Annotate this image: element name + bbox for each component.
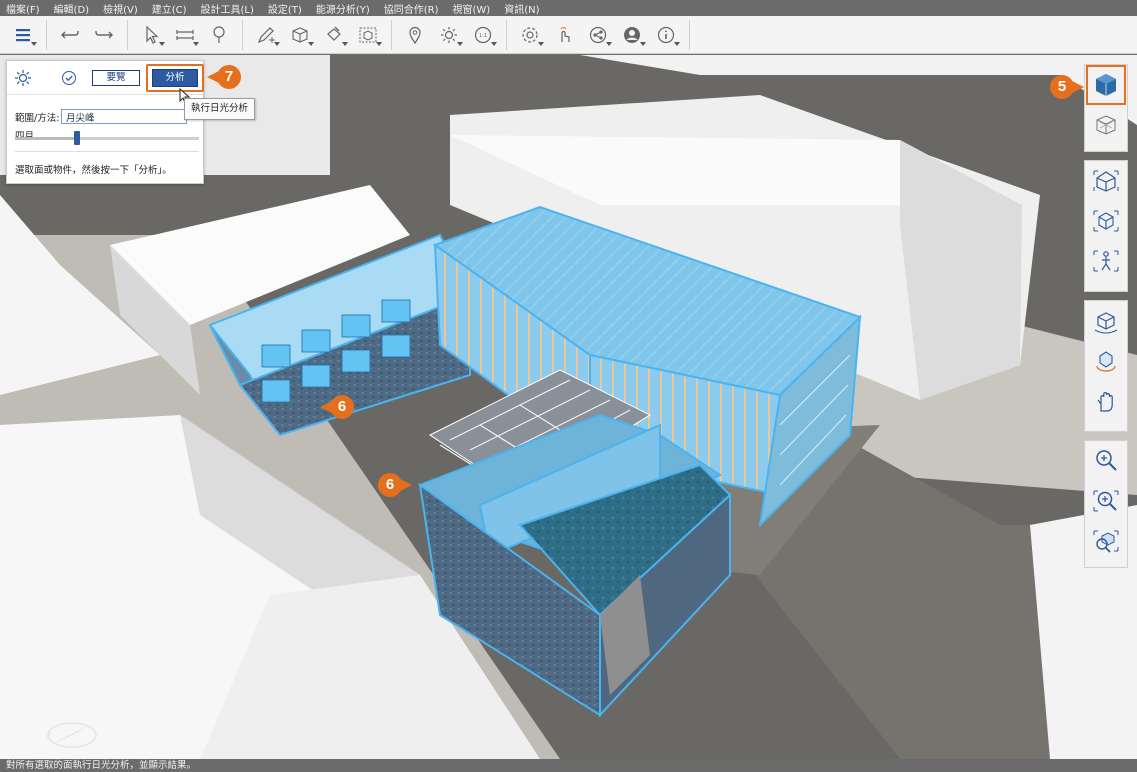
undo-icon	[61, 30, 79, 38]
zoom-extents-icon	[1093, 530, 1119, 553]
pan-button[interactable]	[1086, 381, 1126, 421]
analyze-tooltip: 執行日光分析	[184, 98, 256, 120]
callout-selection-b: 6	[378, 473, 412, 497]
cube-add-button[interactable]	[284, 19, 316, 51]
svg-text:Z: Z	[46, 732, 52, 742]
look-around-icon	[1096, 351, 1116, 372]
sun-button[interactable]	[433, 19, 465, 51]
wireframe-cube-icon	[1096, 115, 1116, 135]
zoom-extents-button[interactable]	[1086, 521, 1126, 561]
callout-view-cube: 5	[1050, 75, 1084, 99]
panel-header: 要覽 分析	[7, 61, 204, 95]
pan-hand-icon	[1097, 392, 1113, 412]
menu-settings[interactable]: 設定(T)	[268, 1, 302, 16]
scale-button[interactable]: 1:1	[467, 19, 499, 51]
fit-view-button[interactable]	[1086, 201, 1126, 241]
location-pin-icon	[409, 26, 421, 44]
confirm-button[interactable]	[57, 66, 81, 90]
menu-energy-analysis[interactable]: 能源分析(Y)	[316, 1, 370, 16]
instruction-text: 選取面或物件，然後按一下「分析」。	[15, 165, 172, 176]
walk-person-icon	[1093, 250, 1119, 272]
zoom-in-icon	[1096, 450, 1117, 471]
zoom-toolbar	[1084, 440, 1128, 568]
info-button[interactable]	[650, 19, 682, 51]
month-slider[interactable]	[15, 131, 199, 145]
touch-button[interactable]	[548, 19, 580, 51]
view-cube-icon	[1096, 74, 1116, 96]
undo-button[interactable]	[54, 19, 86, 51]
sketch-button[interactable]	[250, 19, 282, 51]
reset-button[interactable]: 要覽	[92, 70, 140, 86]
menu-design-tools[interactable]: 設計工具(L)	[201, 1, 254, 16]
balloon-button[interactable]	[203, 19, 235, 51]
solar-analysis-panel: 要覽 分析 範圍/方法: 四月 選取面或物件，然後按一下「分析」。	[6, 60, 204, 184]
callout-selection-a: 6	[320, 395, 354, 419]
menu-window[interactable]: 視窗(W)	[453, 1, 491, 16]
view-cube-button[interactable]	[1086, 65, 1126, 105]
month-slider-thumb[interactable]	[74, 131, 80, 145]
menu-edit[interactable]: 編輯(D)	[54, 1, 90, 16]
touch-icon	[560, 26, 570, 42]
walk-view-button[interactable]	[1086, 241, 1126, 281]
panel-divider	[15, 151, 199, 152]
share-button[interactable]	[582, 19, 614, 51]
measure-button[interactable]	[169, 19, 201, 51]
balloon-icon	[213, 25, 225, 43]
settings-button[interactable]	[514, 19, 546, 51]
menu-view[interactable]: 檢視(V)	[103, 1, 138, 16]
sun-settings-icon	[15, 69, 31, 86]
orbit-cube-icon	[1094, 312, 1118, 334]
redo-button[interactable]	[88, 19, 120, 51]
range-label: 範圍/方法:	[15, 112, 60, 124]
home-cube-icon	[1093, 170, 1119, 192]
callout-analyze: 7	[207, 65, 241, 89]
camera-toolbar	[1084, 160, 1128, 292]
select-button[interactable]	[135, 19, 167, 51]
menu-create[interactable]: 建立(C)	[152, 1, 187, 16]
paint-button[interactable]	[318, 19, 350, 51]
menu-collaboration[interactable]: 協同合作(R)	[384, 1, 439, 16]
svg-text:1:1: 1:1	[479, 33, 487, 39]
box-select-button[interactable]	[352, 19, 384, 51]
home-view-button[interactable]	[1086, 161, 1126, 201]
analyze-button[interactable]: 分析	[152, 69, 198, 87]
check-circle-icon	[62, 70, 76, 85]
look-around-button[interactable]	[1086, 341, 1126, 381]
zoom-window-icon	[1093, 490, 1119, 512]
menu-file[interactable]: 檔案(F)	[6, 1, 40, 16]
fit-cube-icon	[1093, 210, 1119, 232]
user-button[interactable]	[616, 19, 648, 51]
analyze-button-highlight: 分析	[146, 64, 204, 92]
redo-icon	[95, 30, 113, 38]
range-row: 範圍/方法:	[7, 109, 203, 124]
sun-settings-button[interactable]	[11, 66, 35, 90]
zoom-window-button[interactable]	[1086, 481, 1126, 521]
range-method-field[interactable]	[61, 109, 187, 124]
layers-button[interactable]	[7, 19, 39, 51]
menu-info[interactable]: 資訊(N)	[504, 1, 539, 16]
menu-bar: 檔案(F) 編輯(D) 檢視(V) 建立(C) 設計工具(L) 設定(T) 能源…	[0, 0, 1137, 16]
location-button[interactable]	[399, 19, 431, 51]
orbit-button[interactable]	[1086, 301, 1126, 341]
zoom-in-button[interactable]	[1086, 441, 1126, 481]
view-toolbar	[1084, 64, 1128, 152]
navigation-toolbar	[1084, 300, 1128, 432]
compass-icon: Z	[46, 722, 97, 748]
status-bar: 對所有選取的面執行日光分析，並顯示結果。	[0, 759, 1137, 772]
main-toolbar: 1:1	[0, 16, 1137, 54]
wireframe-view-button[interactable]	[1086, 105, 1126, 145]
